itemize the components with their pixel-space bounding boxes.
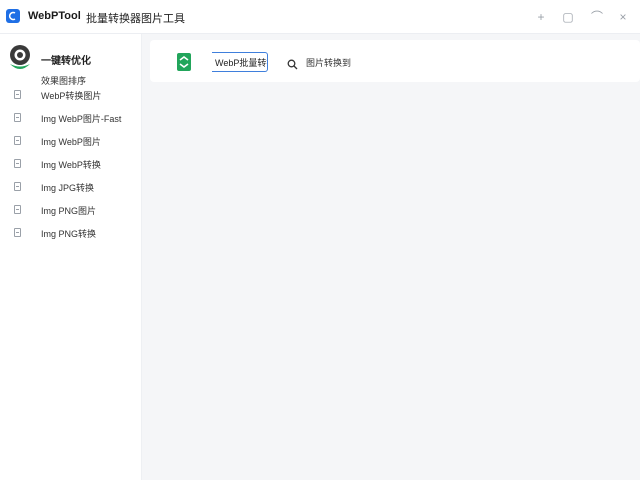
file-icon [14, 205, 21, 214]
sidebar-item[interactable]: Img JPG转换 [0, 176, 142, 199]
green-doc-icon[interactable] [174, 52, 194, 72]
sidebar-item-label: Img PNG转换 [41, 229, 97, 239]
sidebar-header: 一键转优化 效果图排序 [0, 42, 142, 86]
sidebar-item-label: Img JPG转换 [41, 183, 95, 193]
sidebar-item[interactable]: Img WebP图片 [0, 130, 142, 153]
app-logo-icon [6, 9, 20, 23]
webp-convert-button[interactable]: WebP批量转换 [212, 52, 268, 72]
minimize-icon[interactable]: ⌒ [589, 9, 605, 25]
app-name: WebPTool [28, 10, 81, 22]
sidebar-item-label: Img WebP图片-Fast [41, 114, 122, 124]
sidebar-item[interactable]: Img PNG转换 [0, 222, 142, 245]
app-subtitle: 批量转换器图片工具 [86, 13, 185, 25]
sidebar-item[interactable]: WebP转换图片 [0, 84, 142, 107]
sidebar-item-label: Img WebP转换 [41, 160, 101, 170]
sidebar-title[interactable]: 一键转优化 [41, 52, 91, 67]
sidebar-item[interactable]: Img WebP图片-Fast [0, 107, 142, 130]
sidebar-item[interactable]: Img PNG图片 [0, 199, 142, 222]
sidebar-list: WebP转换图片 Img WebP图片-Fast Img WebP图片 Img … [0, 84, 142, 245]
file-icon [14, 113, 21, 122]
close-icon[interactable]: × [615, 9, 631, 25]
sidebar-item-label: WebP转换图片 [41, 91, 102, 101]
file-icon [14, 159, 21, 168]
title-bar: WebPTool 批量转换器图片工具 + ▢ ⌒ × [0, 0, 640, 34]
add-icon[interactable]: + [533, 9, 549, 25]
file-icon [14, 90, 21, 99]
search-label[interactable]: 图片转换到 [306, 56, 351, 69]
file-icon [14, 228, 21, 237]
sidebar-item[interactable]: Img WebP转换 [0, 153, 142, 176]
file-icon [14, 136, 21, 145]
sidebar-item-label: Img PNG图片 [41, 206, 97, 216]
toolbar: WebP批量转换 图片转换到 [150, 40, 640, 82]
sidebar: 一键转优化 效果图排序 WebP转换图片 Img WebP图片-Fast Img… [0, 34, 142, 480]
restore-icon[interactable]: ▢ [560, 9, 576, 25]
sidebar-item-label: Img WebP图片 [41, 137, 101, 147]
file-icon [14, 182, 21, 191]
search-icon[interactable] [287, 57, 298, 70]
main-area: WebP批量转换 图片转换到 [142, 34, 640, 480]
avatar-icon [8, 44, 32, 74]
